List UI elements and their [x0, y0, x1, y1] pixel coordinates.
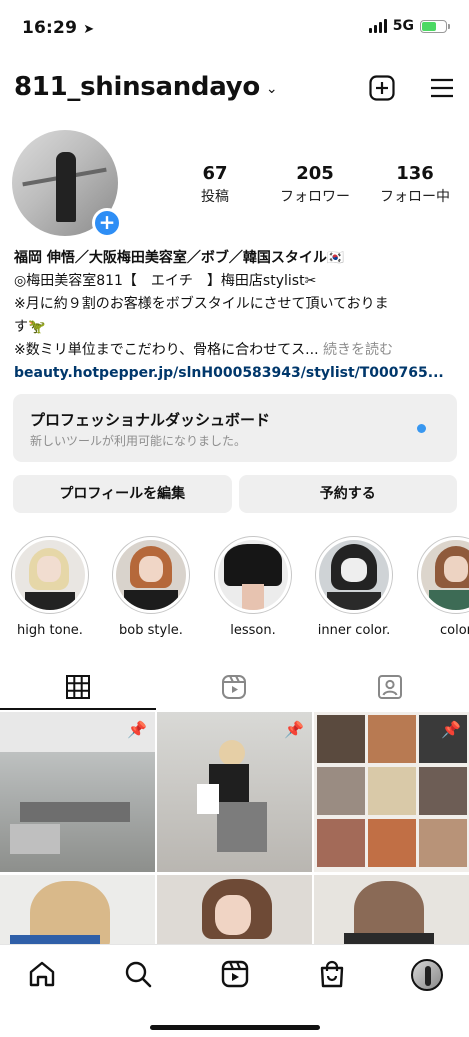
network-label: 5G — [392, 18, 414, 34]
home-indicator — [150, 1025, 320, 1030]
stat-value: 205 — [296, 163, 334, 184]
stat-value: 136 — [396, 163, 434, 184]
post-thumbnail[interactable]: 📌 — [0, 712, 155, 872]
reserve-button[interactable]: 予約する — [238, 475, 457, 513]
highlight-thumbnail — [218, 540, 288, 610]
post-thumbnail[interactable] — [314, 875, 469, 944]
profile-avatar[interactable]: + — [12, 130, 122, 238]
grid-icon — [66, 675, 90, 699]
username-label: 811_shinsandayo — [14, 72, 260, 102]
notification-dot-icon — [417, 424, 426, 433]
bottom-tab-bar — [0, 944, 469, 1037]
highlight-thumbnail — [116, 540, 186, 610]
highlight-item[interactable]: bob style. — [111, 536, 191, 638]
highlight-label: bob style. — [119, 623, 183, 638]
profile-bio: 福岡 伸悟／大阪梅田美容室／ボブ／韓国スタイル🇰🇷 ◎梅田美容室811【 エイチ… — [14, 247, 459, 385]
home-icon[interactable] — [27, 959, 57, 989]
time-label: 16:29 — [22, 18, 78, 38]
tagged-icon — [378, 675, 402, 699]
search-icon[interactable] — [123, 959, 153, 989]
stat-label: フォロワー — [280, 189, 350, 205]
highlight-item[interactable]: lesson. — [213, 536, 293, 638]
dashboard-subtitle: 新しいツールが利用可能になりました。 — [30, 434, 247, 448]
highlight-thumbnail — [319, 540, 389, 610]
bio-line: ※月に約９割のお客様をボブスタイルにさせて頂いておりま — [14, 296, 389, 312]
profile-avatar[interactable] — [411, 959, 443, 991]
bio-line-truncated: ※数ミリ単位までこだわり、骨格に合わせてス... 続きを読む — [14, 339, 459, 362]
new-post-icon[interactable] — [368, 74, 396, 102]
location-arrow-icon: ➤ — [83, 22, 95, 37]
posts-grid: 📌 📌 📌 — [0, 712, 469, 944]
signal-icon — [368, 19, 387, 33]
highlight-item[interactable]: color — [416, 536, 469, 638]
stat-posts[interactable]: 67 投稿 — [170, 163, 260, 206]
shop-icon[interactable] — [317, 959, 347, 989]
bio-name: 福岡 伸悟／大阪梅田美容室／ボブ／韓国スタイル🇰🇷 — [14, 250, 345, 266]
profile-actions: プロフィールを編集 予約する — [13, 475, 457, 513]
stat-value: 67 — [202, 163, 228, 184]
highlight-label: color — [439, 623, 469, 638]
bio-line-text: ※数ミリ単位までこだわり、骨格に合わせてス... — [14, 342, 319, 358]
tab-reels[interactable] — [156, 664, 312, 710]
active-tab-indicator — [0, 708, 156, 710]
profile-summary: + 67 投稿 205 フォロワー 136 フォロー中 — [0, 130, 469, 240]
post-thumbnail[interactable]: 📌 — [157, 712, 312, 872]
post-thumbnail[interactable]: 📌 — [314, 712, 469, 872]
story-highlights: high tone. bob style. lesson. inner colo… — [0, 536, 469, 646]
menu-icon[interactable] — [428, 74, 456, 102]
reels-icon[interactable] — [220, 959, 250, 989]
pinned-icon: 📌 — [127, 720, 147, 739]
highlight-thumbnail — [15, 540, 85, 610]
professional-dashboard-card[interactable]: プロフェッショナルダッシュボード 新しいツールが利用可能になりました。 — [13, 394, 457, 462]
stat-label: 投稿 — [201, 189, 229, 205]
stat-following[interactable]: 136 フォロー中 — [370, 163, 460, 206]
highlight-label: lesson. — [230, 623, 276, 638]
stat-followers[interactable]: 205 フォロワー — [270, 163, 360, 206]
edit-profile-button[interactable]: プロフィールを編集 — [13, 475, 232, 513]
post-thumbnail[interactable] — [157, 875, 312, 944]
read-more-link[interactable]: 続きを読む — [319, 342, 393, 358]
pinned-icon: 📌 — [284, 720, 304, 739]
profile-header: 811_shinsandayo ⌄ — [0, 64, 469, 114]
highlight-item[interactable]: inner color. — [314, 536, 394, 638]
status-time: 16:29 ➤ — [22, 18, 94, 38]
highlight-label: high tone. — [17, 623, 83, 638]
profile-content-tabs — [0, 664, 469, 710]
battery-charging-icon — [420, 19, 450, 33]
highlight-thumbnail — [421, 540, 469, 610]
pinned-icon: 📌 — [441, 720, 461, 739]
bio-line: す🦖 — [14, 319, 46, 335]
tab-tagged[interactable] — [312, 664, 468, 710]
stat-label: フォロー中 — [380, 189, 450, 205]
account-switcher[interactable]: 811_shinsandayo ⌄ — [14, 72, 278, 102]
reels-icon — [222, 675, 246, 699]
bio-line: ◎梅田美容室811【 エイチ 】梅田店stylist✂ — [14, 273, 317, 289]
status-bar: 16:29 ➤ 5G — [0, 0, 469, 60]
profile-stats: 67 投稿 205 フォロワー 136 フォロー中 — [170, 163, 460, 206]
tab-posts-grid[interactable] — [0, 664, 156, 710]
highlight-item[interactable]: high tone. — [10, 536, 90, 638]
chevron-down-icon: ⌄ — [265, 81, 278, 97]
status-indicators: 5G — [368, 18, 450, 34]
add-story-icon[interactable]: + — [92, 208, 122, 238]
post-thumbnail[interactable] — [0, 875, 155, 944]
dashboard-title: プロフェッショナルダッシュボード — [30, 411, 271, 429]
bio-website-link[interactable]: beauty.hotpepper.jp/slnH000583943/stylis… — [14, 362, 459, 385]
highlight-label: inner color. — [317, 623, 391, 638]
